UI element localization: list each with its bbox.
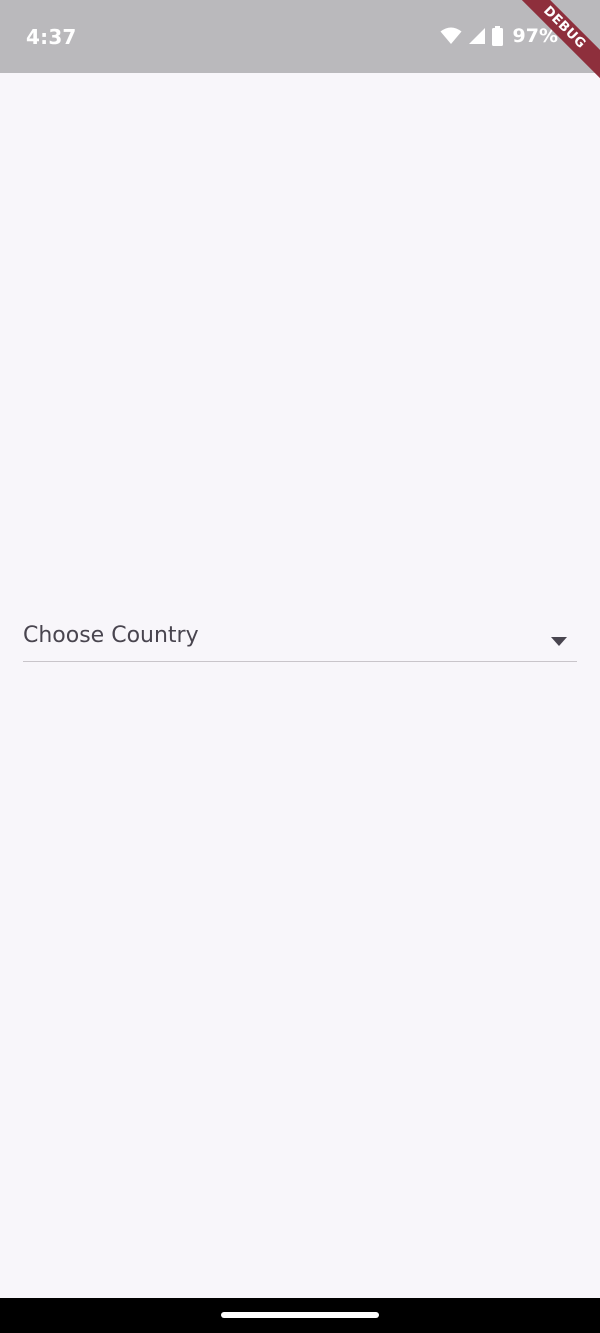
home-indicator[interactable] <box>221 1312 379 1318</box>
status-icons: 97% <box>440 25 558 47</box>
status-time: 4:37 <box>26 25 77 49</box>
navigation-bar <box>0 1298 600 1333</box>
country-dropdown[interactable]: Choose Country <box>23 614 577 662</box>
signal-icon <box>468 27 486 45</box>
arrow-drop-down-icon <box>551 633 567 651</box>
dropdown-hint: Choose Country <box>23 623 199 648</box>
status-bar: 4:37 97% DEBUG <box>0 0 600 85</box>
battery-icon <box>491 26 503 46</box>
app-screen: 4:37 97% DEBUG Choose Country <box>0 0 600 1333</box>
wifi-icon <box>440 27 462 45</box>
